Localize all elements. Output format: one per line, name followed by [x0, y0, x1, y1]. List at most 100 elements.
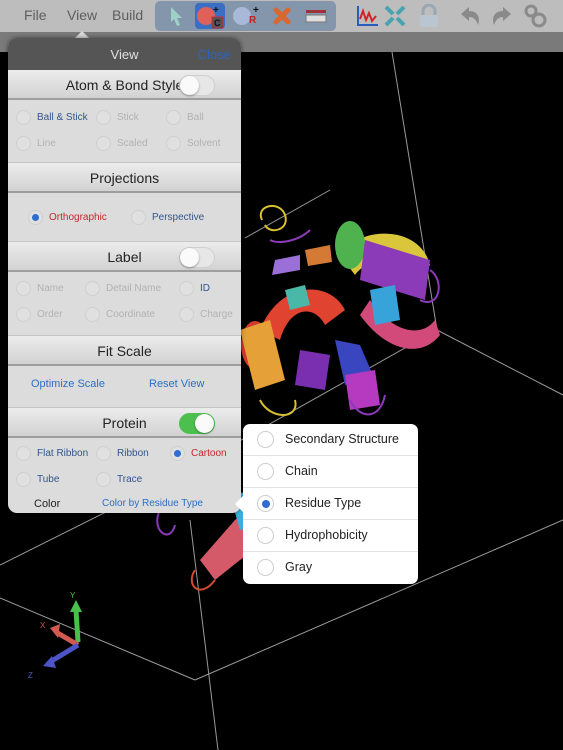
option-scaled[interactable]: Scaled	[96, 136, 148, 151]
measure-button[interactable]	[301, 3, 331, 29]
projections-header: Projections	[8, 163, 241, 193]
undo-icon	[461, 7, 479, 25]
add-r-group-icon: R +	[233, 5, 259, 26]
option-label: Trace	[117, 474, 143, 485]
color-mode-selector[interactable]: Color by Residue Type	[102, 498, 203, 509]
color-mode-popover: Secondary Structure Chain Residue Type H…	[243, 424, 418, 584]
radio-icon	[257, 431, 274, 448]
menu-build[interactable]: Build	[112, 7, 143, 23]
add-r-group-button[interactable]: R +	[231, 3, 261, 29]
option-label: Hydrophobicity	[285, 528, 368, 542]
atom-bond-style-header: Atom & Bond Style	[8, 70, 241, 100]
optimize-scale-button[interactable]: Optimize Scale	[31, 378, 105, 390]
option-label: Orthographic	[49, 212, 107, 223]
fit-scale-title: Fit Scale	[97, 343, 152, 359]
redo-button[interactable]	[486, 3, 516, 29]
close-button[interactable]: Close	[198, 47, 231, 62]
undo-button[interactable]	[456, 3, 486, 29]
radio-icon	[257, 559, 274, 576]
radio-icon	[16, 281, 31, 296]
option-stick[interactable]: Stick	[96, 110, 139, 125]
option-solvent[interactable]: Solvent	[166, 136, 220, 151]
add-carbon-atom-icon: + C	[197, 5, 224, 29]
radio-icon	[257, 463, 274, 480]
axis-y-label: Y	[70, 591, 76, 600]
settings-button[interactable]	[520, 3, 550, 29]
option-id[interactable]: ID	[179, 281, 210, 296]
select-arrow-icon	[171, 7, 182, 26]
option-label: Ball	[187, 112, 204, 123]
toggle-knob	[195, 414, 214, 433]
app-root: Y X Z File View Build + C R + View Close…	[0, 0, 563, 750]
radio-icon	[96, 446, 111, 461]
option-label: Stick	[117, 112, 139, 123]
r-badge: R	[249, 15, 257, 26]
option-ball-stick[interactable]: Ball & Stick	[16, 110, 88, 125]
reset-view-button[interactable]: Reset View	[149, 378, 204, 390]
option-label: Order	[37, 309, 63, 320]
add-carbon-atom-button[interactable]: + C	[195, 3, 225, 29]
delete-button[interactable]	[267, 3, 297, 29]
color-option-gray[interactable]: Gray	[243, 552, 418, 584]
option-perspective[interactable]: Perspective	[131, 210, 204, 225]
option-label: Ball & Stick	[37, 112, 88, 123]
menu-view[interactable]: View	[67, 7, 97, 23]
fit-screen-icon	[384, 5, 406, 27]
radio-selected-icon	[257, 495, 274, 512]
option-label: Residue Type	[285, 496, 362, 510]
protein-toggle[interactable]	[179, 413, 215, 434]
option-name[interactable]: Name	[16, 281, 64, 296]
option-trace[interactable]: Trace	[96, 472, 142, 487]
protein-header: Protein	[8, 408, 241, 438]
option-tube[interactable]: Tube	[16, 472, 59, 487]
projections-title: Projections	[89, 170, 160, 186]
option-orthographic[interactable]: Orthographic	[28, 210, 107, 225]
option-cartoon[interactable]: Cartoon	[170, 446, 227, 461]
atom-bond-style-toggle[interactable]	[179, 75, 215, 96]
option-label: Cartoon	[191, 448, 227, 459]
option-label: ID	[200, 283, 210, 294]
option-ribbon[interactable]: Ribbon	[96, 446, 149, 461]
axis-indicator: Y X Z	[28, 591, 82, 680]
option-charge[interactable]: Charge	[179, 307, 233, 322]
lock-icon	[420, 4, 438, 27]
lock-button[interactable]	[414, 3, 444, 29]
option-label: Secondary Structure	[285, 432, 399, 446]
option-label: Solvent	[187, 138, 221, 149]
color-popover-caret	[235, 496, 243, 512]
radio-icon	[96, 110, 111, 125]
graph-button[interactable]	[352, 3, 382, 29]
radio-icon	[96, 472, 111, 487]
radio-icon	[166, 110, 181, 125]
option-order[interactable]: Order	[16, 307, 63, 322]
option-line[interactable]: Line	[16, 136, 56, 151]
color-option-hydrophobicity[interactable]: Hydrophobicity	[243, 520, 418, 552]
radio-icon	[85, 307, 100, 322]
option-label: Gray	[285, 560, 313, 574]
radio-icon	[179, 281, 194, 296]
option-flat-ribbon[interactable]: Flat Ribbon	[16, 446, 88, 461]
radio-icon	[96, 136, 111, 151]
menu-file[interactable]: File	[24, 7, 47, 23]
radio-icon	[16, 110, 31, 125]
option-label: Charge	[200, 309, 233, 320]
option-ball[interactable]: Ball	[166, 110, 204, 125]
color-option-residue-type[interactable]: Residue Type	[243, 488, 418, 520]
label-toggle[interactable]	[179, 247, 215, 268]
fit-screen-button[interactable]	[380, 3, 410, 29]
color-option-chain[interactable]: Chain	[243, 456, 418, 488]
option-coordinate[interactable]: Coordinate	[85, 307, 155, 322]
svg-text:+: +	[253, 5, 259, 16]
radio-icon	[166, 136, 181, 151]
option-label: Scaled	[117, 138, 148, 149]
color-option-secondary-structure[interactable]: Secondary Structure	[243, 424, 418, 456]
color-label: Color	[34, 498, 61, 510]
option-label: Chain	[285, 464, 318, 478]
option-detail-name[interactable]: Detail Name	[85, 281, 161, 296]
option-label: Name	[37, 283, 64, 294]
axis-z-label: Z	[28, 671, 33, 680]
delete-x-icon	[273, 7, 291, 25]
select-tool-button[interactable]	[161, 3, 191, 29]
option-label: Line	[37, 138, 56, 149]
radio-icon	[16, 136, 31, 151]
